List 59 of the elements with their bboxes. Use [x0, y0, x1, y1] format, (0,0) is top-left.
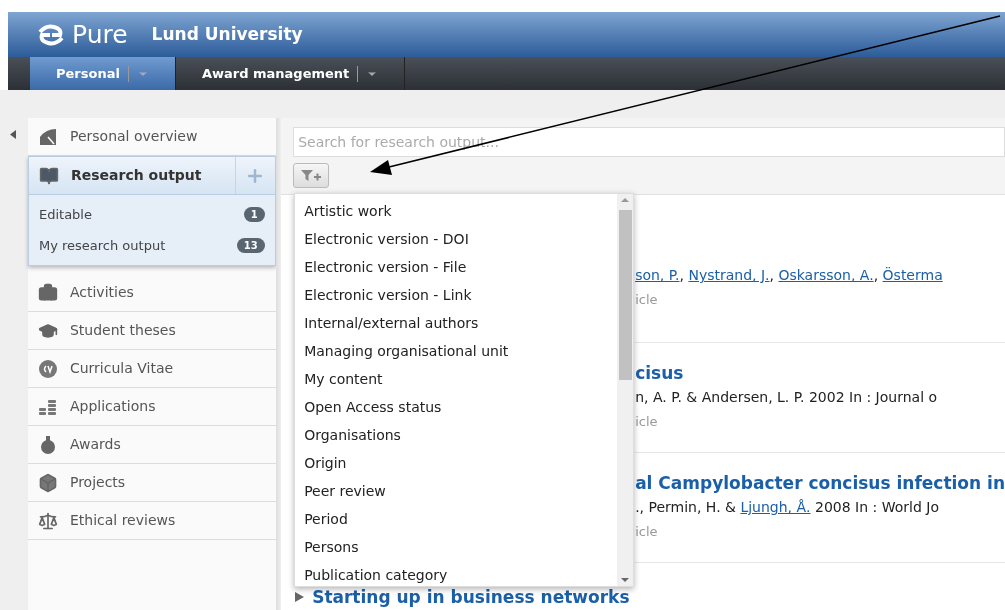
organisation-name: Lund University — [151, 22, 303, 46]
sidebar-item[interactable]: Curricula Vitae — [27, 350, 276, 388]
scrollbar[interactable] — [617, 194, 634, 586]
result-title[interactable]: cisus — [635, 363, 1005, 384]
cube-icon — [37, 472, 58, 493]
filter-option[interactable]: Open Access status — [295, 393, 618, 421]
sidebar-item[interactable]: Ethical reviews — [27, 502, 276, 540]
filter-option[interactable]: Electronic version - File — [295, 253, 618, 281]
author-link[interactable]: son, P. — [635, 265, 680, 287]
book-icon — [38, 165, 59, 186]
filter-button[interactable] — [293, 163, 330, 188]
filter-option[interactable]: Electronic version - DOI — [295, 225, 618, 253]
briefcase-icon — [37, 282, 58, 303]
filter-option[interactable]: Electronic version - Link — [295, 281, 618, 309]
expand-icon[interactable] — [295, 592, 305, 602]
circle-icon — [37, 358, 58, 379]
sidebar-item[interactable]: Awards — [27, 426, 276, 464]
filter-option[interactable]: Origin — [295, 449, 618, 477]
result-title[interactable]: al Campylobacter concisus infection in — [635, 473, 1005, 494]
citation-text: n, A. P. & Andersen, L. P. 2002 In : Journal o — [635, 388, 938, 408]
filter-add-icon — [300, 168, 323, 183]
collapse-icon[interactable] — [10, 130, 16, 139]
result-title[interactable]: Starting up in business networks — [312, 587, 630, 607]
scales-icon — [37, 510, 58, 531]
filter-option[interactable]: Persons — [295, 533, 618, 561]
sidebar-subitem[interactable]: Editable 1 — [28, 199, 275, 230]
author-link[interactable]: Ljungh, Å. — [740, 497, 811, 519]
citation-text: , — [679, 266, 685, 286]
nav-tab[interactable]: Personal — [30, 57, 176, 90]
filter-option[interactable]: Artistic work — [295, 197, 618, 225]
author-link[interactable]: Nystrand, J. — [688, 265, 770, 287]
filter-option[interactable]: Period — [295, 505, 618, 533]
sidebar-item[interactable]: Research output — [28, 157, 275, 195]
chart-icon — [37, 126, 58, 147]
filter-option[interactable]: Publication category — [295, 561, 618, 586]
result-type: icle — [635, 291, 659, 310]
sidebar-item[interactable]: Projects — [27, 464, 276, 502]
filter-option[interactable]: Organisations — [295, 421, 618, 449]
author-link[interactable]: Österma — [882, 265, 943, 287]
sidebar-subitem[interactable]: My research output 13 — [28, 230, 275, 261]
result-type: icle — [635, 523, 659, 542]
citation-text: , — [769, 266, 775, 286]
filter-option[interactable]: Internal/external authors — [295, 309, 618, 337]
logo-icon — [36, 23, 66, 46]
citation-text: 2008 In : World Jo — [814, 498, 939, 518]
citation-text: ., Permin, H. & — [635, 498, 737, 518]
sidebar-item[interactable]: Personal overview — [27, 118, 276, 156]
citation-text: , — [873, 266, 880, 286]
filter-option[interactable]: Peer review — [295, 477, 618, 505]
result-type: icle — [635, 413, 659, 432]
count-badge: 13 — [236, 238, 265, 253]
sidebar-item[interactable]: Student theses — [27, 312, 276, 350]
filter-option[interactable]: Managing organisational unit — [295, 337, 618, 365]
sidebar-item[interactable]: Activities — [27, 274, 276, 312]
logo-text: Pure — [72, 18, 128, 51]
author-link[interactable]: Oskarsson, A. — [778, 265, 874, 287]
filter-option[interactable]: My content — [295, 365, 618, 393]
count-badge: 1 — [243, 207, 265, 222]
sidebar-item[interactable]: Applications — [27, 388, 276, 426]
